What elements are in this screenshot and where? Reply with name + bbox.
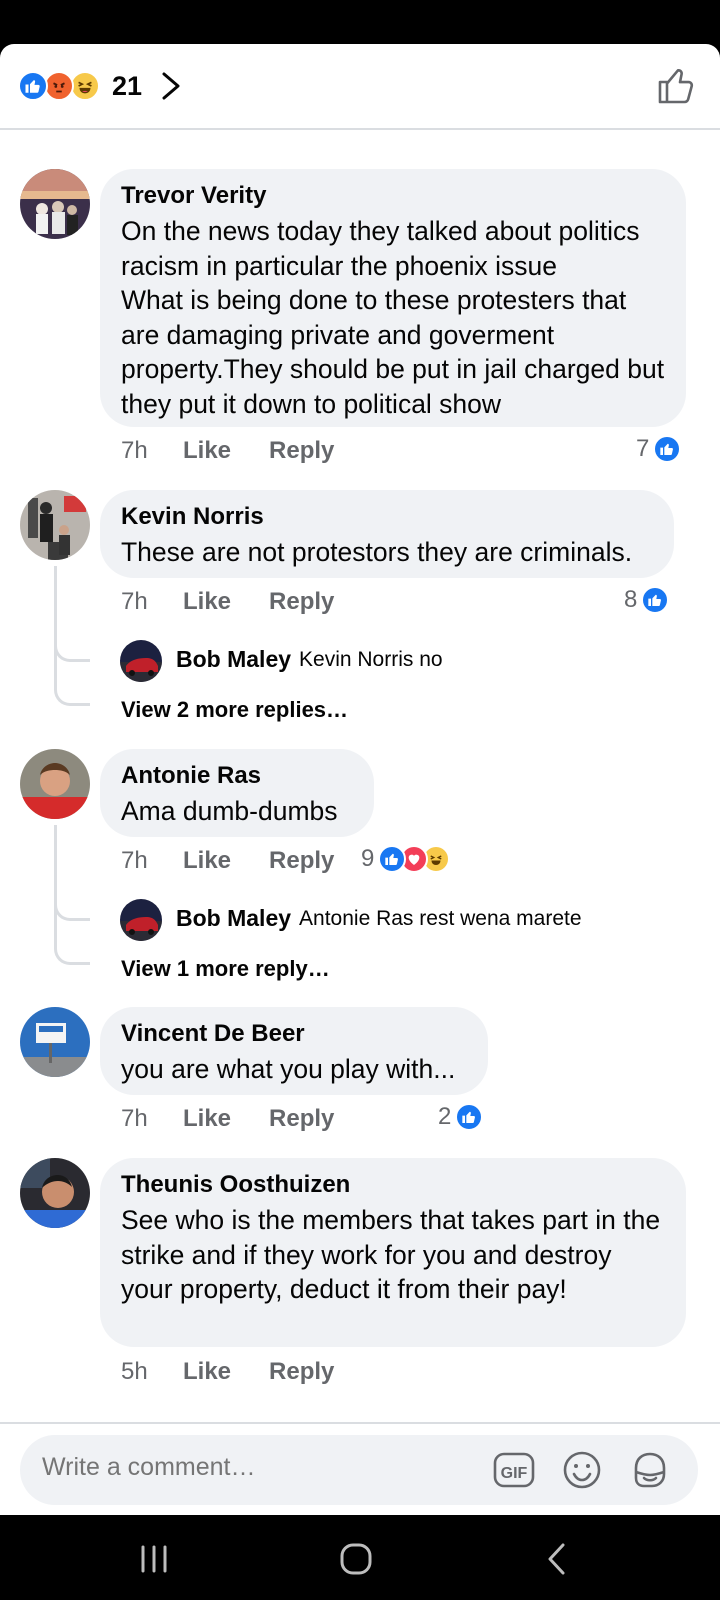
reply-button[interactable]: Reply xyxy=(269,588,334,616)
like-reaction-icon xyxy=(18,71,48,101)
comment-author[interactable]: Vincent De Beer xyxy=(121,1019,468,1049)
comment-bubble[interactable]: Kevin Norris These are not protestors th… xyxy=(100,490,674,578)
home-icon[interactable] xyxy=(334,1537,378,1581)
avatar[interactable] xyxy=(20,1158,90,1228)
comment-text: you are what you play with... xyxy=(121,1054,456,1084)
composer-divider xyxy=(0,1422,720,1424)
comment-time: 7h xyxy=(121,1105,148,1132)
reply-button[interactable]: Reply xyxy=(269,847,334,875)
like-button[interactable]: Like xyxy=(183,437,231,465)
reply-text: Antonie Ras rest wena marete xyxy=(299,906,582,930)
comment-bubble[interactable]: Theunis Oosthuizen See who is the member… xyxy=(100,1158,686,1347)
avatar[interactable] xyxy=(20,749,90,819)
comment-like-count[interactable]: 7 xyxy=(636,435,682,463)
reaction-count: 21 xyxy=(112,70,143,101)
like-post-icon[interactable] xyxy=(656,66,696,106)
reply-button[interactable]: Reply xyxy=(269,1105,334,1133)
avatar[interactable] xyxy=(20,169,90,239)
view-more-replies-link[interactable]: View 2 more replies… xyxy=(121,697,348,723)
like-button[interactable]: Like xyxy=(183,1105,231,1133)
comments-sheet: 21 Trevor Verity On the news today they … xyxy=(0,44,720,1515)
comment-author[interactable]: Kevin Norris xyxy=(121,502,654,532)
comment-text: Ama dumb-dumbs xyxy=(121,796,338,826)
comment-actions: 7h Like Reply xyxy=(121,588,372,616)
reply-text: Kevin Norris no xyxy=(299,647,443,671)
comment-author[interactable]: Trevor Verity xyxy=(121,181,666,211)
thread-connector xyxy=(54,883,90,921)
comment-actions: 7h Like Reply xyxy=(121,437,372,465)
comment-input[interactable] xyxy=(42,1453,462,1482)
reply-button[interactable]: Reply xyxy=(269,1358,334,1386)
haha-reaction-icon xyxy=(70,71,100,101)
chevron-right-icon[interactable] xyxy=(156,70,186,102)
reactions-header: 21 xyxy=(0,44,720,130)
avatar[interactable] xyxy=(120,640,162,682)
comment-time: 7h xyxy=(121,437,148,464)
comment-text: On the news today they talked about poli… xyxy=(121,216,665,419)
like-icon xyxy=(455,1103,484,1131)
comment-like-count[interactable]: 8 xyxy=(624,586,670,614)
back-icon[interactable] xyxy=(536,1537,580,1581)
comment-text: See who is the members that takes part i… xyxy=(121,1205,661,1304)
like-button[interactable]: Like xyxy=(183,847,231,875)
like-button[interactable]: Like xyxy=(183,1358,231,1386)
reply-preview[interactable]: Bob Maley Antonie Ras rest wena marete xyxy=(176,905,582,932)
comment-actions: 5h Like Reply xyxy=(121,1358,372,1386)
comment-time: 7h xyxy=(121,588,148,615)
comment-time: 5h xyxy=(121,1358,148,1385)
comment-actions: 7h Like Reply xyxy=(121,847,372,875)
reactions-summary[interactable]: 21 xyxy=(18,69,142,103)
comment-actions: 7h Like Reply xyxy=(121,1105,372,1133)
comment-author[interactable]: Antonie Ras xyxy=(121,761,354,791)
comment-time: 7h xyxy=(121,847,148,874)
comment-bubble[interactable]: Trevor Verity On the news today they tal… xyxy=(100,169,686,427)
svg-text:GIF: GIF xyxy=(501,1465,528,1482)
gif-icon[interactable]: GIF xyxy=(492,1448,536,1492)
comment-text: These are not protestors they are crimin… xyxy=(121,537,633,567)
comment-bubble[interactable]: Antonie Ras Ama dumb-dumbs xyxy=(100,749,374,837)
view-more-replies-link[interactable]: View 1 more reply… xyxy=(121,956,330,982)
system-nav-bar xyxy=(0,1515,720,1600)
sticker-icon[interactable] xyxy=(628,1448,672,1492)
thread-connector xyxy=(54,923,90,965)
reply-preview[interactable]: Bob Maley Kevin Norris no xyxy=(176,646,443,673)
reply-author[interactable]: Bob Maley xyxy=(176,646,291,673)
angry-reaction-icon xyxy=(44,71,74,101)
reply-button[interactable]: Reply xyxy=(269,437,334,465)
thread-connector xyxy=(54,624,90,662)
comment-author[interactable]: Theunis Oosthuizen xyxy=(121,1170,666,1200)
avatar[interactable] xyxy=(20,1007,90,1077)
thread-connector xyxy=(54,664,90,706)
like-icon xyxy=(641,586,670,614)
comment-like-count[interactable]: 9 xyxy=(361,845,451,873)
like-icon xyxy=(378,845,407,873)
avatar[interactable] xyxy=(20,490,90,560)
reply-author[interactable]: Bob Maley xyxy=(176,905,291,932)
like-button[interactable]: Like xyxy=(183,588,231,616)
comment-bubble[interactable]: Vincent De Beer you are what you play wi… xyxy=(100,1007,488,1095)
avatar[interactable] xyxy=(120,899,162,941)
comment-like-count[interactable]: 2 xyxy=(438,1103,484,1131)
comment-composer: GIF xyxy=(20,1435,698,1505)
recent-apps-icon[interactable] xyxy=(132,1537,176,1581)
emoji-icon[interactable] xyxy=(560,1448,604,1492)
like-icon xyxy=(653,435,682,463)
status-bar xyxy=(0,0,720,44)
